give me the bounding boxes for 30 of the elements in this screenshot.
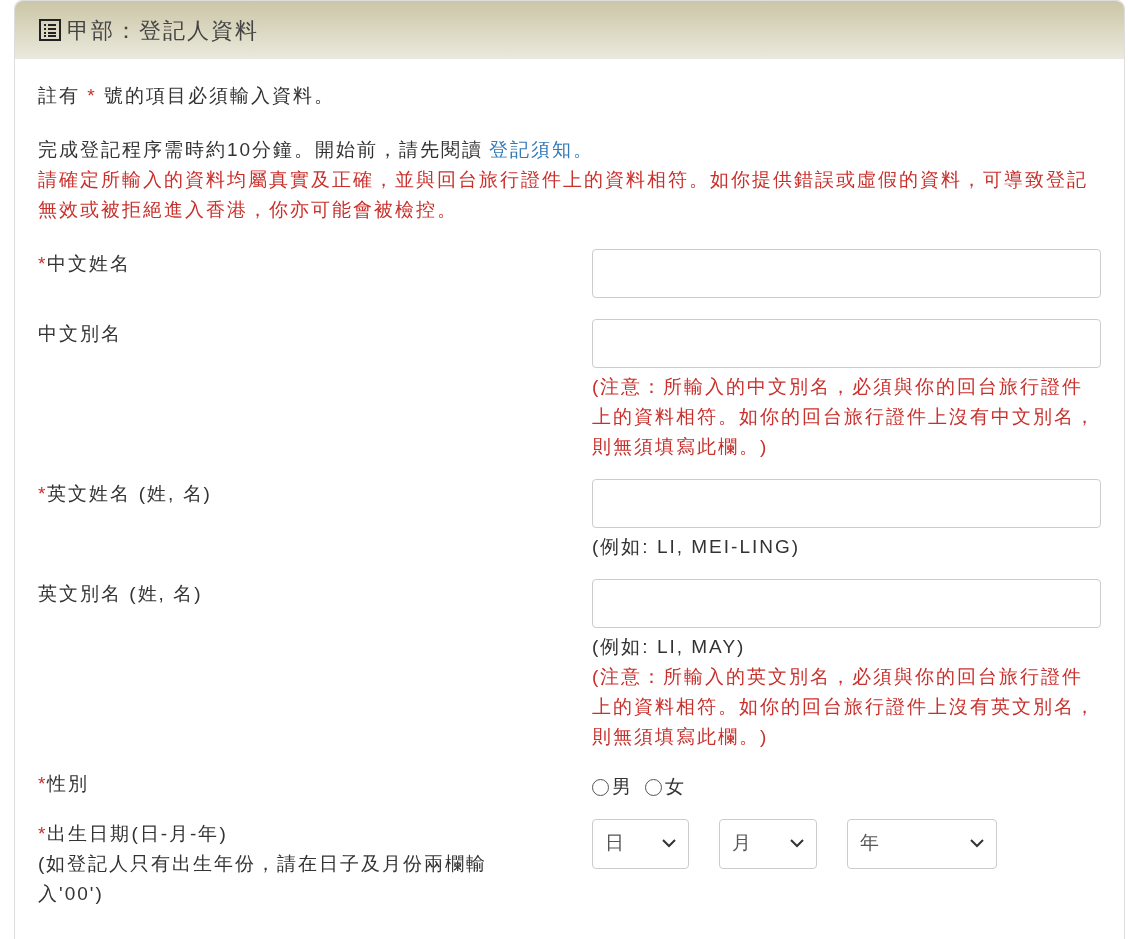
chevron-down-icon — [790, 839, 804, 848]
notice-link[interactable]: 登記須知 — [489, 135, 574, 165]
warning-text: 請確定所輸入的資料均屬真實及正確，並與回台旅行證件上的資料相符。如你提供錯誤或虛假的資料，可導致登記無效或被拒絕進入香港，你亦可能會被檢控。 — [38, 168, 1089, 222]
field-label: *英文姓名 (姓, 名) — [38, 482, 212, 506]
warning-note: (注意：所輸入的英文別名，必須與你的回台旅行證件上的資料相符。如你的回台旅行證件上沒有英文別名，則無須填寫此欄。) — [592, 665, 1097, 749]
chevron-down-icon — [662, 839, 676, 848]
select-dropdown[interactable]: 月 — [719, 818, 817, 869]
field-note: (如登記人只有出生年份，請在日子及月份兩欄輸入'00') — [38, 851, 489, 906]
intro-text: 完成登記程序需時約10分鐘。開始前，請先閱讀 — [38, 138, 484, 162]
select-dropdown[interactable]: 年 — [847, 818, 997, 869]
intro-end: 。 — [573, 138, 595, 162]
field-label: *中文姓名 — [38, 252, 132, 276]
example-hint: (例如: LI, MEI-LING) — [592, 535, 802, 559]
field-label: *性別 — [38, 772, 90, 796]
text-field[interactable] — [592, 579, 1101, 628]
radio-option[interactable]: 男 — [592, 773, 633, 802]
warning-note: (注意：所輸入的中文別名，必須與你的回台旅行證件上的資料相符。如你的回台旅行證件上沒有中文別名，則無須填寫此欄。) — [592, 375, 1097, 459]
text-field[interactable] — [592, 479, 1101, 528]
example-hint: (例如: LI, MAY) — [592, 635, 747, 659]
text-field[interactable] — [592, 319, 1101, 368]
field-label: 英文別名 (姓, 名) — [38, 582, 203, 606]
section-title: 甲部：登記人資料 — [67, 16, 259, 45]
text-field[interactable] — [592, 249, 1101, 298]
select-dropdown[interactable]: 日 — [592, 818, 689, 869]
field-label: 中文別名 — [38, 322, 122, 346]
list-icon — [39, 19, 61, 41]
chevron-down-icon — [970, 839, 984, 848]
radio-option[interactable]: 女 — [645, 773, 686, 802]
field-label: *出生日期(日-月-年) — [38, 821, 228, 846]
required-note: 註有 * 號的項目必須輸入資料。 — [38, 84, 336, 108]
